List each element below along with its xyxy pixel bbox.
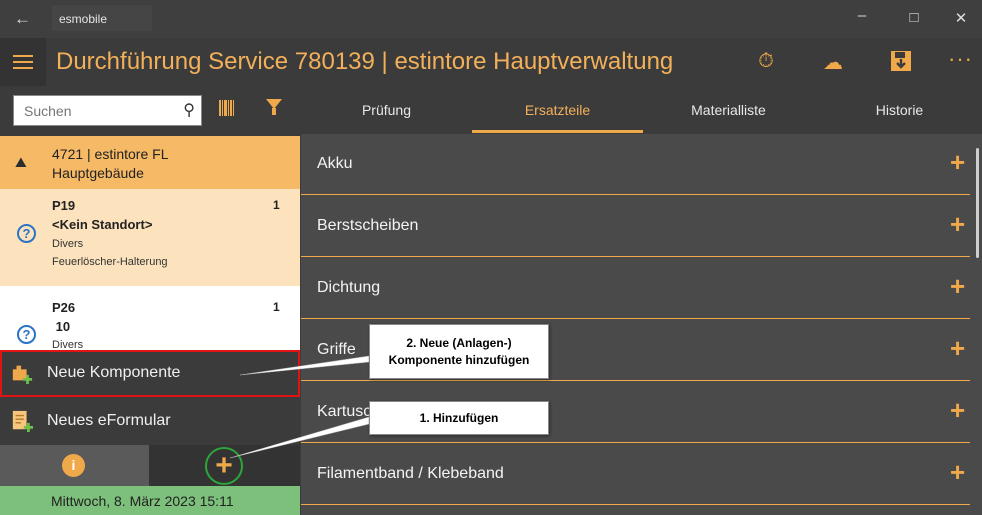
hamburger-menu-icon[interactable] (0, 38, 46, 86)
back-arrow-icon[interactable]: ← (14, 9, 31, 29)
tab-bar: Prüfung Ersatzteile Materialliste Histor… (301, 86, 982, 134)
search-box: ⚲ (13, 95, 202, 126)
site-list-item[interactable]: ⛰ 4721 | estintore FL Hauptgebäude (0, 136, 300, 189)
timer-icon[interactable]: ⏱ (753, 50, 779, 73)
cloud-sync-icon[interactable]: ☁ (820, 50, 846, 75)
expand-plus-icon[interactable]: + (950, 457, 965, 488)
callout-step-1: 1. Hinzufügen (369, 401, 549, 435)
category-label: Filamentband / Klebeband (317, 465, 504, 482)
barcode-scan-icon[interactable] (219, 100, 235, 116)
item-category: Divers (52, 238, 84, 250)
app-name: esmobile (59, 12, 108, 26)
tab-pruefung[interactable]: Prüfung (301, 102, 472, 118)
site-subtitle: Hauptgebäude (52, 165, 144, 181)
minimize-icon[interactable]: – (852, 7, 872, 24)
expand-plus-icon[interactable]: + (950, 271, 965, 302)
search-icon[interactable]: ⚲ (183, 100, 195, 120)
category-label: Berstscheiben (317, 217, 419, 234)
question-icon: ? (17, 325, 36, 344)
item-id: P26 (52, 300, 76, 315)
close-icon[interactable]: ✕ (951, 9, 971, 27)
app-header: Durchführung Service 780139 | estintore … (0, 38, 982, 86)
item-location: <Kein Standort> (52, 217, 153, 232)
category-label: Griffe (317, 341, 356, 358)
callout-step-2-line1: 2. Neue (Anlagen-) (406, 336, 512, 350)
item-description: Feuerlöscher-Halterung (52, 256, 168, 268)
tab-ersatzteile[interactable]: Ersatzteile (472, 102, 643, 118)
callout-step-2: 2. Neue (Anlagen-) Komponente hinzufügen (369, 324, 549, 379)
list-item-p26[interactable]: P26 1 ? 10 Divers (0, 286, 300, 350)
item-count: 1 (273, 300, 280, 314)
category-row[interactable]: Dichtung + (301, 258, 970, 319)
item-location: 10 (52, 319, 71, 334)
active-tab-indicator (472, 130, 643, 133)
expand-plus-icon[interactable]: + (950, 209, 965, 240)
new-eform-label: Neues eFormular (47, 412, 171, 429)
new-component-label: Neue Komponente (47, 364, 181, 381)
expand-plus-icon[interactable]: + (950, 333, 965, 364)
item-id: P19 (52, 198, 76, 213)
callout-step-2-line2: Komponente hinzufügen (388, 353, 530, 367)
save-download-icon[interactable] (888, 50, 914, 78)
status-datetime: Mittwoch, 8. März 2023 15:11 (51, 493, 234, 509)
maximize-icon[interactable]: □ (904, 9, 924, 26)
category-label: Akku (317, 155, 353, 172)
callout-step-1-text: 1. Hinzufügen (419, 411, 499, 425)
more-icon[interactable]: ··· (948, 46, 973, 72)
item-category: Divers (52, 339, 84, 350)
scrollbar[interactable] (976, 148, 979, 258)
new-eform-menu-item[interactable]: Neues eFormular (0, 398, 300, 445)
title-bar: ← esmobile – □ ✕ (0, 0, 982, 38)
info-icon: i (62, 454, 85, 477)
question-icon: ? (17, 224, 36, 243)
category-row[interactable]: Akku + (301, 134, 970, 195)
left-panel: ⚲ ⛰ 4721 | estintore FL Hauptgebäude P19… (0, 86, 300, 515)
category-label: Dichtung (317, 279, 381, 296)
search-input[interactable] (14, 96, 174, 125)
page-title: Durchführung Service 780139 | estintore … (56, 48, 674, 75)
new-component-menu-item[interactable]: Neue Komponente (0, 350, 300, 397)
right-panel: Prüfung Ersatzteile Materialliste Histor… (301, 86, 982, 515)
bottom-action-bar: i + (0, 445, 300, 486)
add-button[interactable]: + (205, 447, 243, 485)
category-row[interactable]: Filamentband / Klebeband + (301, 444, 970, 505)
tab-materialliste[interactable]: Materialliste (643, 102, 814, 118)
tab-historie[interactable]: Historie (814, 102, 982, 118)
item-count: 1 (273, 198, 280, 212)
status-bar: Mittwoch, 8. März 2023 15:11 (0, 486, 300, 515)
filter-icon-stem (272, 108, 276, 115)
site-title: 4721 | estintore FL (52, 146, 169, 162)
building-icon: ⛰ (15, 154, 27, 170)
add-eform-icon (12, 410, 33, 432)
category-row[interactable]: Berstscheiben + (301, 196, 970, 257)
list-item-p19[interactable]: P19 1 ? <Kein Standort> Divers Feuerlösc… (0, 189, 300, 286)
expand-plus-icon[interactable]: + (950, 147, 965, 178)
expand-plus-icon[interactable]: + (950, 395, 965, 426)
info-tab[interactable]: i (0, 445, 149, 486)
add-component-icon (12, 365, 33, 384)
